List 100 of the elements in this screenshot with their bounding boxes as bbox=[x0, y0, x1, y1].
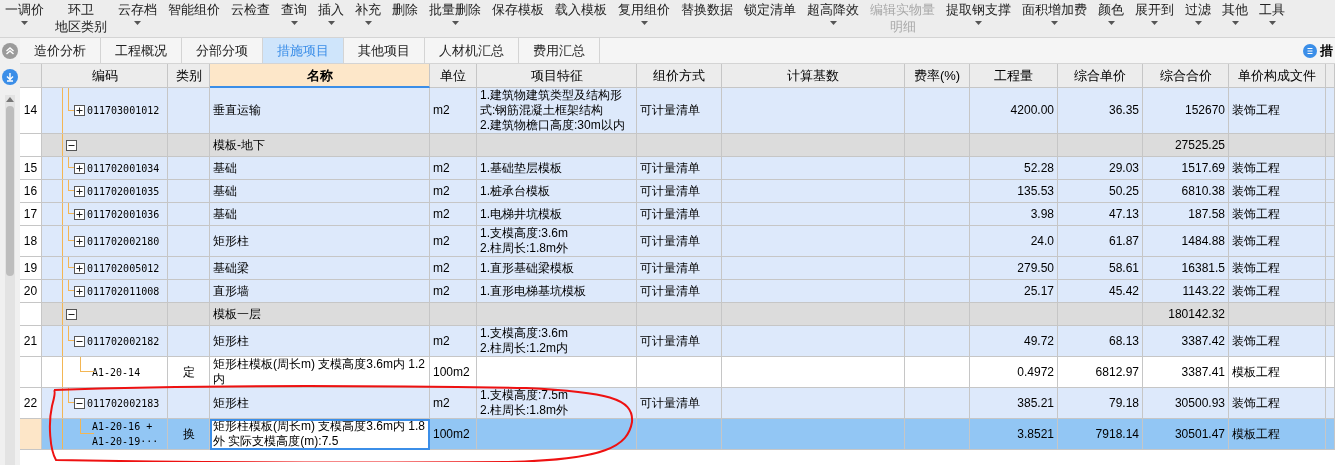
unit-text: m2 bbox=[433, 333, 450, 349]
name-text: 矩形柱模板(周长m) 支模高度3.6m内 1.8外 实际支模高度(m):7.5 bbox=[213, 419, 426, 449]
row-number-cell bbox=[20, 134, 42, 157]
unit-text: m2 bbox=[433, 233, 450, 249]
feature-text: 1.支模高度:3.6m bbox=[480, 226, 569, 241]
group-name: 模板一层 bbox=[213, 306, 261, 322]
unit-text: m2 bbox=[433, 103, 450, 118]
total-text: 152670 bbox=[1184, 103, 1225, 118]
download-icon[interactable] bbox=[2, 69, 18, 85]
file-text: 装饰工程 bbox=[1232, 333, 1280, 349]
toolbar-button[interactable]: 展开到 bbox=[1130, 0, 1179, 25]
type-text: 换 bbox=[182, 426, 195, 442]
feature-text: 1.直形基础梁模板 bbox=[480, 260, 574, 276]
collapse-up-icon[interactable] bbox=[2, 43, 18, 59]
toolbar-button[interactable]: 超高降效 bbox=[802, 0, 864, 25]
toolbar-button[interactable]: 过滤 bbox=[1180, 0, 1216, 25]
total-text: 6810.38 bbox=[1181, 183, 1225, 199]
method-text: 可计量清单 bbox=[640, 395, 700, 411]
plus-box-icon[interactable] bbox=[74, 162, 85, 174]
code-text: 011702005012 bbox=[87, 261, 160, 276]
unit-price-text: 7918.14 bbox=[1095, 426, 1139, 442]
toolbar-button[interactable]: 替换数据 bbox=[676, 0, 738, 18]
table-row[interactable]: 22 011702002183 矩形柱 m2 1.支模高度:7.5m 2.柱周长:1.8m外 可计量清单 385.21 79.18 30500.93 装饰工程 bbox=[20, 388, 1335, 419]
plus-box-icon[interactable] bbox=[74, 105, 85, 116]
group-row[interactable]: 模板-地下 27525.25 bbox=[20, 134, 1335, 157]
toolbar-button[interactable]: 锁定清单 bbox=[739, 0, 801, 18]
tab-bar-label[interactable]: 措 bbox=[1320, 40, 1333, 61]
plus-box-icon[interactable] bbox=[74, 185, 85, 197]
table-row[interactable]: 17 011702001036 基础 m2 1.电梯井坑模板 可计量清单 3.98 47.13 187.58 装饰工程 bbox=[20, 203, 1335, 226]
table-row[interactable]: 14 011703001012 垂直运输 m2 1.建筑物建筑类型及结构形式:钢筋混凝土框架结构 2.建筑物檐口高度:30m以内 可计量清单 4200.00 36.35 152670 装饰工程 bbox=[20, 88, 1335, 134]
minus-box-icon[interactable] bbox=[66, 139, 77, 151]
feature-text: 1.桩承台模板 bbox=[480, 183, 550, 199]
method-text: 可计量清单 bbox=[640, 206, 700, 222]
plus-box-icon[interactable] bbox=[74, 208, 85, 220]
toolbar-button[interactable]: 其他 bbox=[1217, 0, 1253, 25]
group-row[interactable]: 模板一层 180142.32 bbox=[20, 303, 1335, 326]
quantity-text: 25.17 bbox=[1023, 283, 1054, 299]
scrollbar-thumb[interactable] bbox=[6, 106, 14, 276]
toolbar-button[interactable]: 复用组价 bbox=[613, 0, 675, 25]
toolbar-button[interactable]: 载入模板 bbox=[550, 0, 612, 18]
plus-box-icon[interactable] bbox=[74, 285, 85, 297]
toolbar-button[interactable]: 环卫 地区类别 bbox=[50, 0, 112, 35]
file-text: 装饰工程 bbox=[1232, 103, 1280, 118]
toolbar-button[interactable]: 云检查 bbox=[226, 0, 275, 18]
name-text: 直形墙 bbox=[213, 283, 249, 299]
toolbar-button[interactable]: 一调价 bbox=[0, 0, 49, 25]
toolbar-button[interactable]: 插入 bbox=[313, 0, 349, 25]
toolbar-button[interactable]: 补充 bbox=[350, 0, 386, 25]
column-header[interactable]: 名称 bbox=[210, 64, 430, 88]
name-text: 垂直运输 bbox=[213, 103, 261, 118]
total-text: 30501.47 bbox=[1174, 426, 1225, 442]
minus-box-icon[interactable] bbox=[66, 308, 77, 320]
quantity-text: 49.72 bbox=[1023, 333, 1054, 349]
unit-text: m2 bbox=[433, 206, 450, 222]
table-row[interactable]: 19 011702005012 基础梁 m2 1.直形基础梁模板 可计量清单 279.50 58.61 16381.5 装饰工程 bbox=[20, 257, 1335, 280]
plus-box-icon[interactable] bbox=[74, 262, 85, 274]
toolbar-button[interactable]: 智能组价 bbox=[163, 0, 225, 18]
total-text: 3387.42 bbox=[1181, 333, 1225, 349]
method-text: 可计量清单 bbox=[640, 183, 700, 199]
toolbar-button[interactable]: 查询 bbox=[276, 0, 312, 25]
code-text: 011703001012 bbox=[87, 104, 160, 118]
row-number: 20 bbox=[23, 283, 38, 299]
code-text: 011702011008 bbox=[87, 284, 160, 299]
file-text: 装饰工程 bbox=[1232, 395, 1280, 411]
toolbar-button[interactable]: 删除 bbox=[387, 0, 423, 18]
row-number: 18 bbox=[23, 233, 38, 249]
toolbar-button[interactable]: 云存档 bbox=[113, 0, 162, 25]
table-row[interactable]: 21 011702002182 矩形柱 m2 1.支模高度:3.6m 2.柱周长:1.2m内 可计量清单 49.72 68.13 3387.42 装饰工程 bbox=[20, 326, 1335, 357]
row-number: 16 bbox=[23, 183, 38, 199]
toolbar-button[interactable]: 颜色 bbox=[1093, 0, 1129, 25]
minus-box-icon[interactable] bbox=[74, 335, 85, 347]
file-text: 装饰工程 bbox=[1232, 206, 1280, 222]
quantity-text: 0.4972 bbox=[1017, 364, 1054, 380]
row-number-cell bbox=[20, 357, 42, 388]
scroll-up-icon[interactable] bbox=[6, 97, 14, 102]
table-row[interactable]: 16 011702001035 基础 m2 1.桩承台模板 可计量清单 135.53 50.25 6810.38 装饰工程 bbox=[20, 180, 1335, 203]
unit-price-text: 45.42 bbox=[1108, 283, 1139, 299]
row-number: 14 bbox=[23, 103, 38, 118]
unit-text: m2 bbox=[433, 183, 450, 199]
feature-text: 2.柱周长:1.8m外 bbox=[480, 403, 569, 418]
quantity-text: 3.8521 bbox=[1017, 426, 1054, 442]
toolbar-button[interactable]: 保存模板 bbox=[487, 0, 549, 18]
toolbar-button[interactable]: 工具 bbox=[1254, 0, 1290, 25]
list-icon[interactable] bbox=[1303, 43, 1317, 58]
quantity-text: 135.53 bbox=[1017, 183, 1054, 199]
toolbar-button[interactable]: 提取钢支撑 bbox=[941, 0, 1016, 25]
method-text: 可计量清单 bbox=[640, 233, 700, 249]
code-text: 011702002182 bbox=[87, 334, 160, 349]
toolbar-button[interactable]: 批量删除 bbox=[424, 0, 486, 25]
total-text: 30500.93 bbox=[1174, 395, 1225, 411]
quantity-text: 4200.00 bbox=[1010, 103, 1054, 118]
plus-box-icon[interactable] bbox=[74, 235, 85, 247]
scrollbar[interactable] bbox=[5, 95, 15, 465]
minus-box-icon[interactable] bbox=[74, 397, 85, 409]
unit-price-text: 58.61 bbox=[1108, 260, 1139, 276]
table-row[interactable]: 15 011702001034 基础 m2 1.基础垫层模板 可计量清单 52.28 29.03 1517.69 装饰工程 bbox=[20, 157, 1335, 180]
table-row[interactable]: 18 011702002180 矩形柱 m2 1.支模高度:3.6m 2.柱周长:1.8m外 可计量清单 24.0 61.87 1484.88 装饰工程 bbox=[20, 226, 1335, 257]
unit-price-text: 29.03 bbox=[1108, 160, 1139, 176]
table-row[interactable]: 20 011702011008 直形墙 m2 1.直形电梯基坑模板 可计量清单 25.17 45.42 1143.22 装饰工程 bbox=[20, 280, 1335, 303]
toolbar-button[interactable]: 面积增加费 bbox=[1017, 0, 1092, 25]
